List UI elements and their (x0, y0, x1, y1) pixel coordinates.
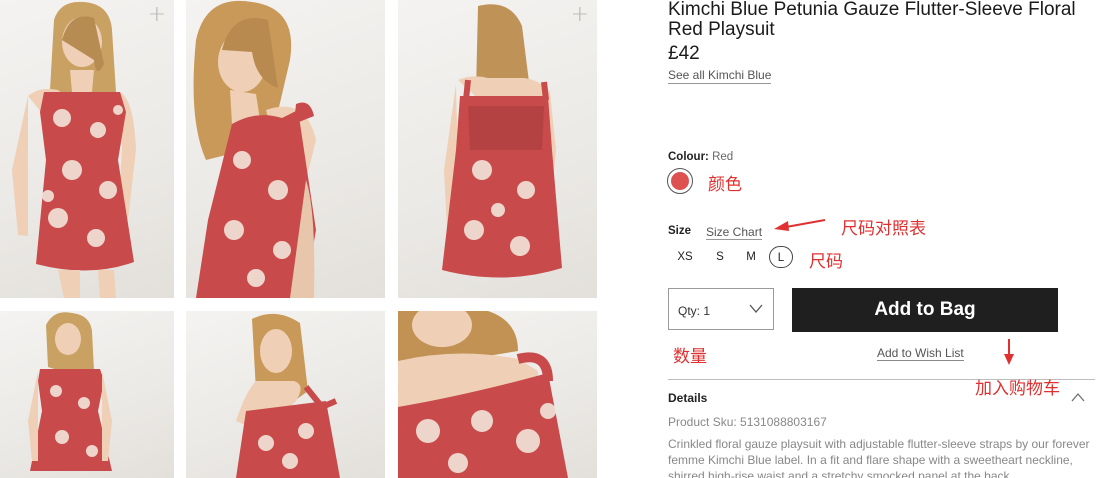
annotation-quantity: 数量 (673, 347, 707, 367)
size-option-xs[interactable]: XS (674, 246, 696, 268)
arrow-left-icon (774, 219, 826, 231)
model-photo-detail (398, 311, 568, 478)
add-to-bag-button[interactable]: Add to Bag (792, 288, 1058, 332)
product-description: Crinkled floral gauze playsuit with adju… (668, 437, 1090, 478)
model-photo-back (442, 4, 562, 278)
size-chart-link[interactable]: Size Chart (706, 225, 763, 240)
product-image-6[interactable] (398, 311, 597, 478)
annotation-size: 尺码 (809, 252, 843, 272)
quantity-value: Qty: 1 (678, 304, 711, 318)
zoom-plus-icon[interactable]: + (148, 4, 166, 26)
product-title: Kimchi Blue Petunia Gauze Flutter-Sleeve… (668, 0, 1076, 40)
arrow-down-icon (1004, 339, 1014, 365)
annotation-colour: 颜色 (708, 175, 742, 195)
model-photo-back-angle (236, 313, 340, 478)
product-price: £42 (668, 43, 700, 64)
details-heading: Details (668, 391, 708, 405)
model-photo-front (12, 1, 136, 298)
add-to-wish-list-link[interactable]: Add to Wish List (877, 346, 964, 361)
product-image-1[interactable]: + (0, 0, 174, 298)
zoom-plus-icon[interactable]: + (571, 4, 589, 26)
see-all-brand-link[interactable]: See all Kimchi Blue (668, 68, 772, 84)
size-option-m[interactable]: M (740, 246, 762, 268)
chevron-down-icon (749, 304, 763, 313)
colour-swatch-red[interactable] (667, 168, 693, 194)
size-label: Size (668, 225, 692, 237)
colour-value: Red (712, 151, 734, 163)
product-sku: Product Sku: 5131088803167 (668, 415, 827, 429)
swatch-fill (671, 172, 689, 190)
size-option-s[interactable]: S (709, 246, 731, 268)
model-photo-side (193, 0, 316, 298)
product-image-2[interactable] (186, 0, 385, 298)
quantity-select[interactable]: Qty: 1 (668, 288, 774, 330)
size-option-l-selected[interactable]: L (769, 246, 793, 268)
product-image-5[interactable] (186, 311, 385, 478)
annotation-add-to-cart: 加入购物车 (975, 379, 1060, 399)
colour-label: Colour: Red (668, 151, 733, 163)
product-image-4[interactable] (0, 311, 174, 478)
model-photo-front-small (28, 312, 112, 471)
colour-key: Colour: (668, 151, 709, 163)
annotation-size-chart: 尺码对照表 (841, 219, 926, 239)
product-image-3[interactable]: + (398, 0, 597, 298)
chevron-up-icon[interactable] (1071, 392, 1085, 402)
